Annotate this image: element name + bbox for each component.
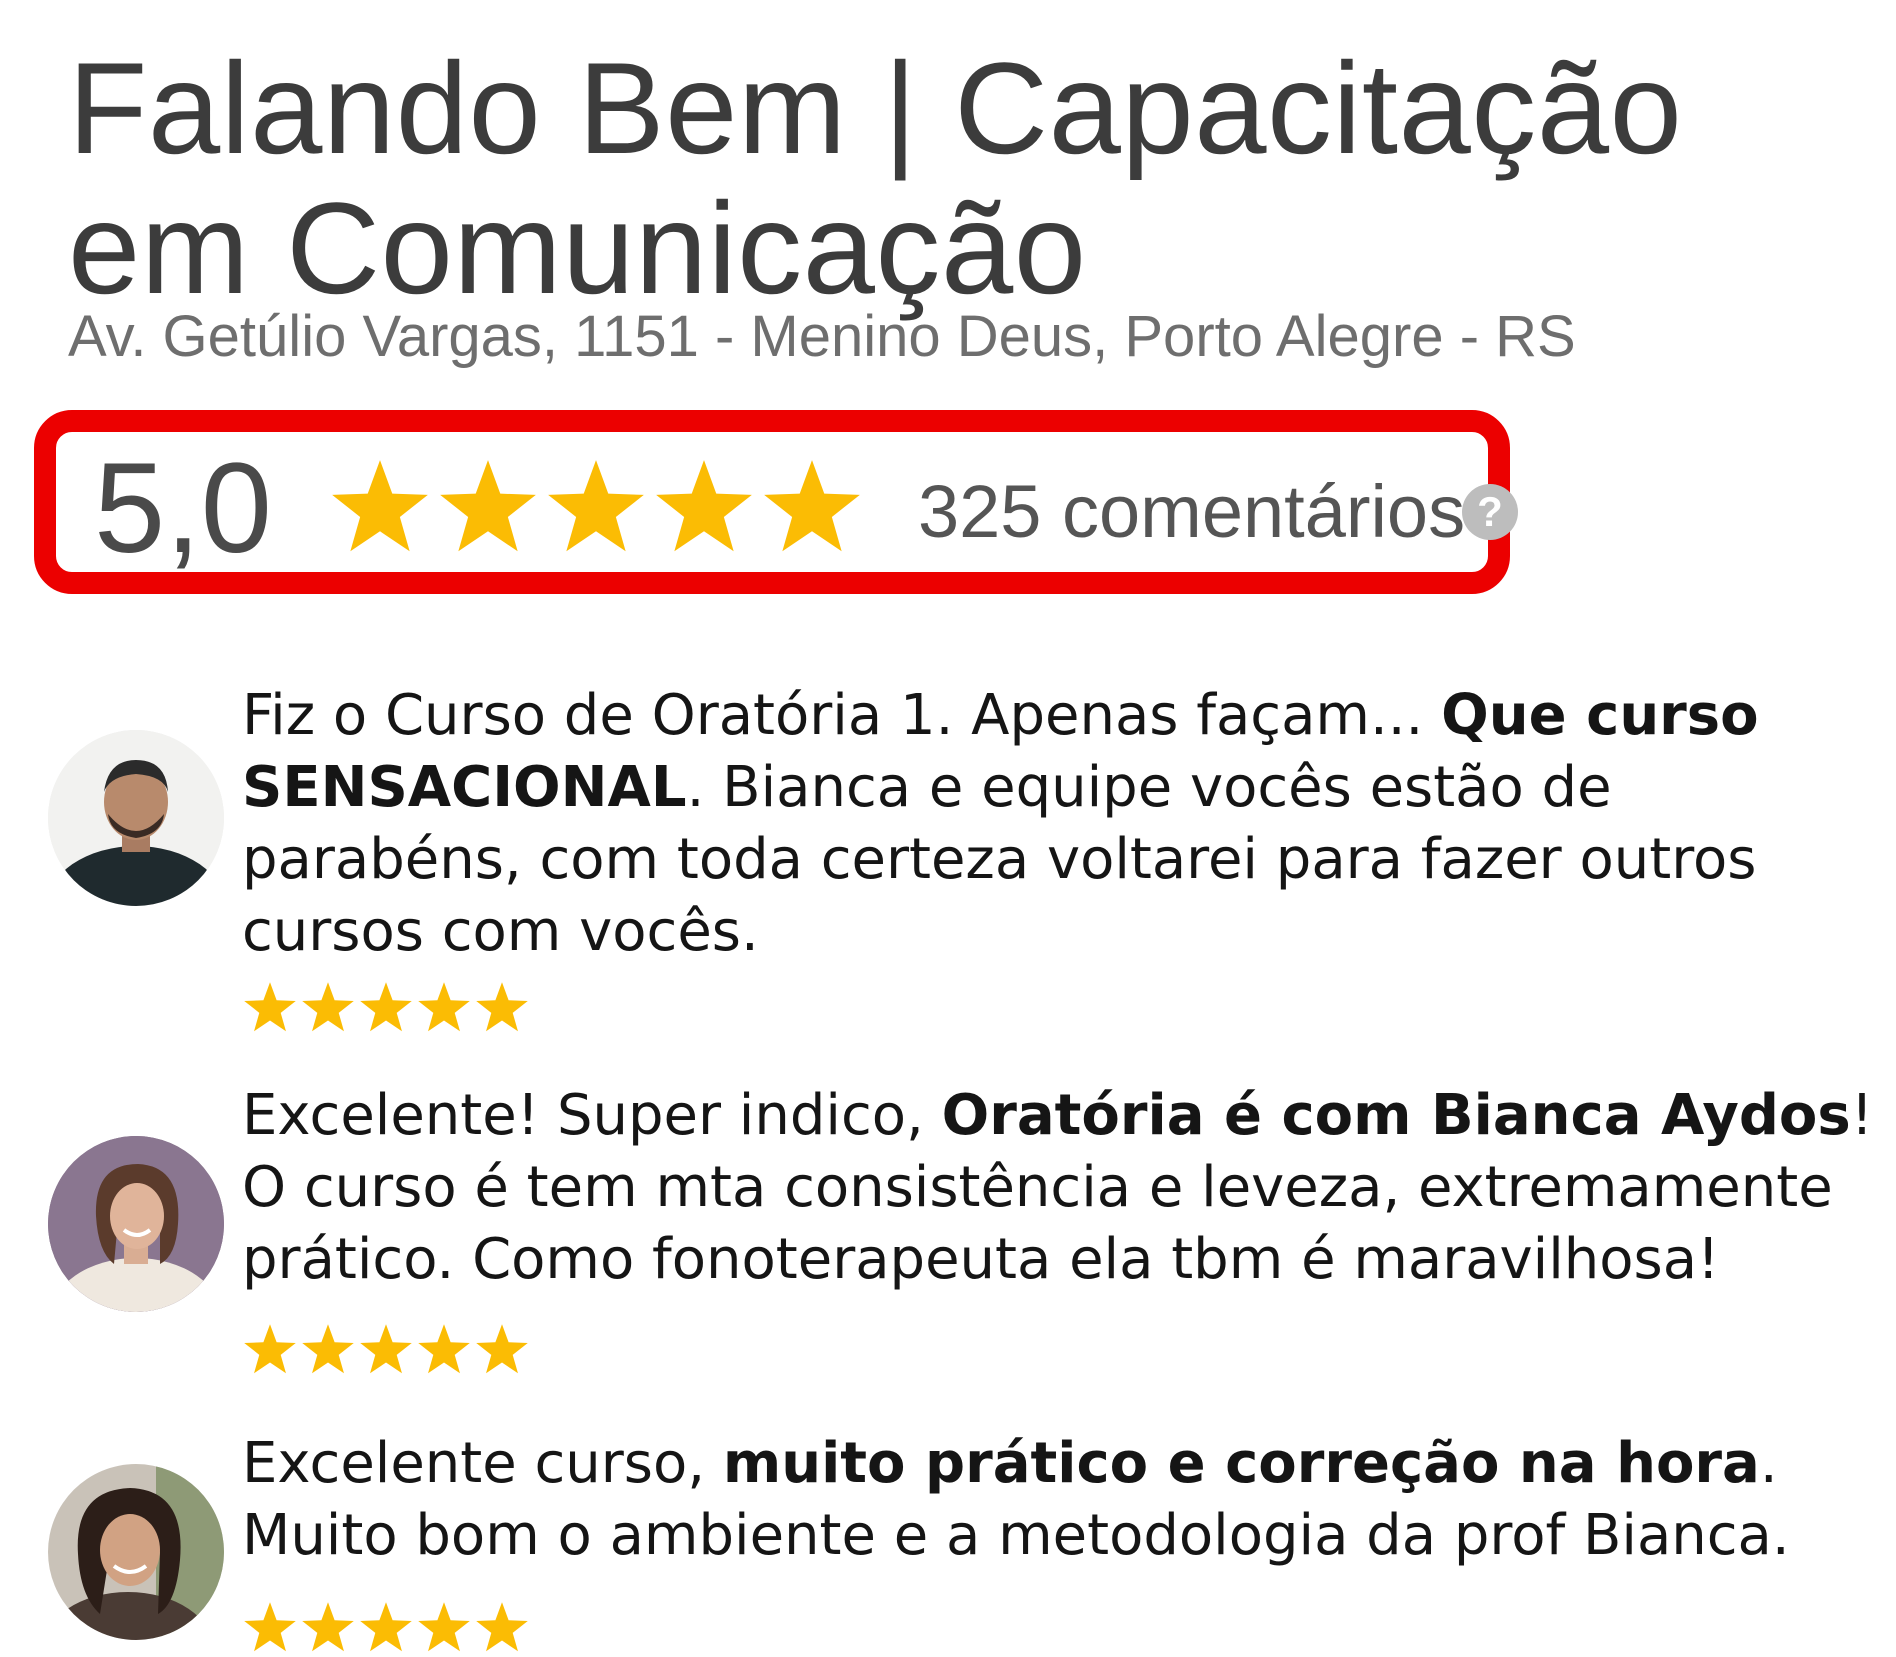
star-icon	[332, 460, 428, 552]
reviewer-avatar-icon[interactable]	[48, 1136, 224, 1312]
review-stars	[242, 1600, 530, 1656]
star-icon	[244, 1602, 296, 1652]
help-circle-icon[interactable]: ?	[1462, 484, 1518, 540]
rating-summary-highlight: 5,0 325 comentários ?	[34, 410, 1518, 594]
review-segment: Excelente curso,	[242, 1431, 723, 1496]
star-icon	[476, 1324, 528, 1374]
review-segment: Fiz o Curso de Oratória 1. Apenas façam.…	[242, 683, 1442, 748]
star-icon	[656, 460, 752, 552]
star-icon	[360, 1324, 412, 1374]
star-icon	[476, 1602, 528, 1652]
rating-stars	[328, 448, 864, 568]
review-text: Excelente curso, muito prático e correçã…	[242, 1428, 1882, 1572]
star-icon	[418, 1602, 470, 1652]
business-title: Falando Bem | Capacitação em Comunicação	[68, 35, 1683, 321]
review-count-link[interactable]: 325 comentários	[918, 470, 1465, 554]
business-address: Av. Getúlio Vargas, 1151 - Menino Deus, …	[68, 304, 1576, 369]
star-icon	[548, 460, 644, 552]
star-icon	[476, 982, 528, 1032]
reviewer-avatar-icon[interactable]	[48, 1464, 224, 1640]
star-icon	[302, 982, 354, 1032]
star-icon	[440, 460, 536, 552]
reviewer-avatar-icon[interactable]	[48, 730, 224, 906]
star-icon	[302, 1602, 354, 1652]
star-icon	[360, 1602, 412, 1652]
review-text: Fiz o Curso de Oratória 1. Apenas façam.…	[242, 680, 1882, 968]
review-segment: Excelente! Super indico,	[242, 1083, 942, 1148]
review-stars	[242, 1322, 530, 1378]
star-icon	[244, 1324, 296, 1374]
review-highlight: muito prático e correção na hora	[722, 1431, 1760, 1496]
review-stars	[242, 980, 530, 1036]
star-icon	[418, 1324, 470, 1374]
star-icon	[360, 982, 412, 1032]
review-highlight: Oratória é com Bianca Aydos	[941, 1083, 1851, 1148]
star-icon	[764, 460, 860, 552]
star-icon	[302, 1324, 354, 1374]
star-icon	[244, 982, 296, 1032]
star-icon	[418, 982, 470, 1032]
rating-score: 5,0	[94, 437, 272, 580]
review-text: Excelente! Super indico, Oratória é com …	[242, 1080, 1882, 1296]
